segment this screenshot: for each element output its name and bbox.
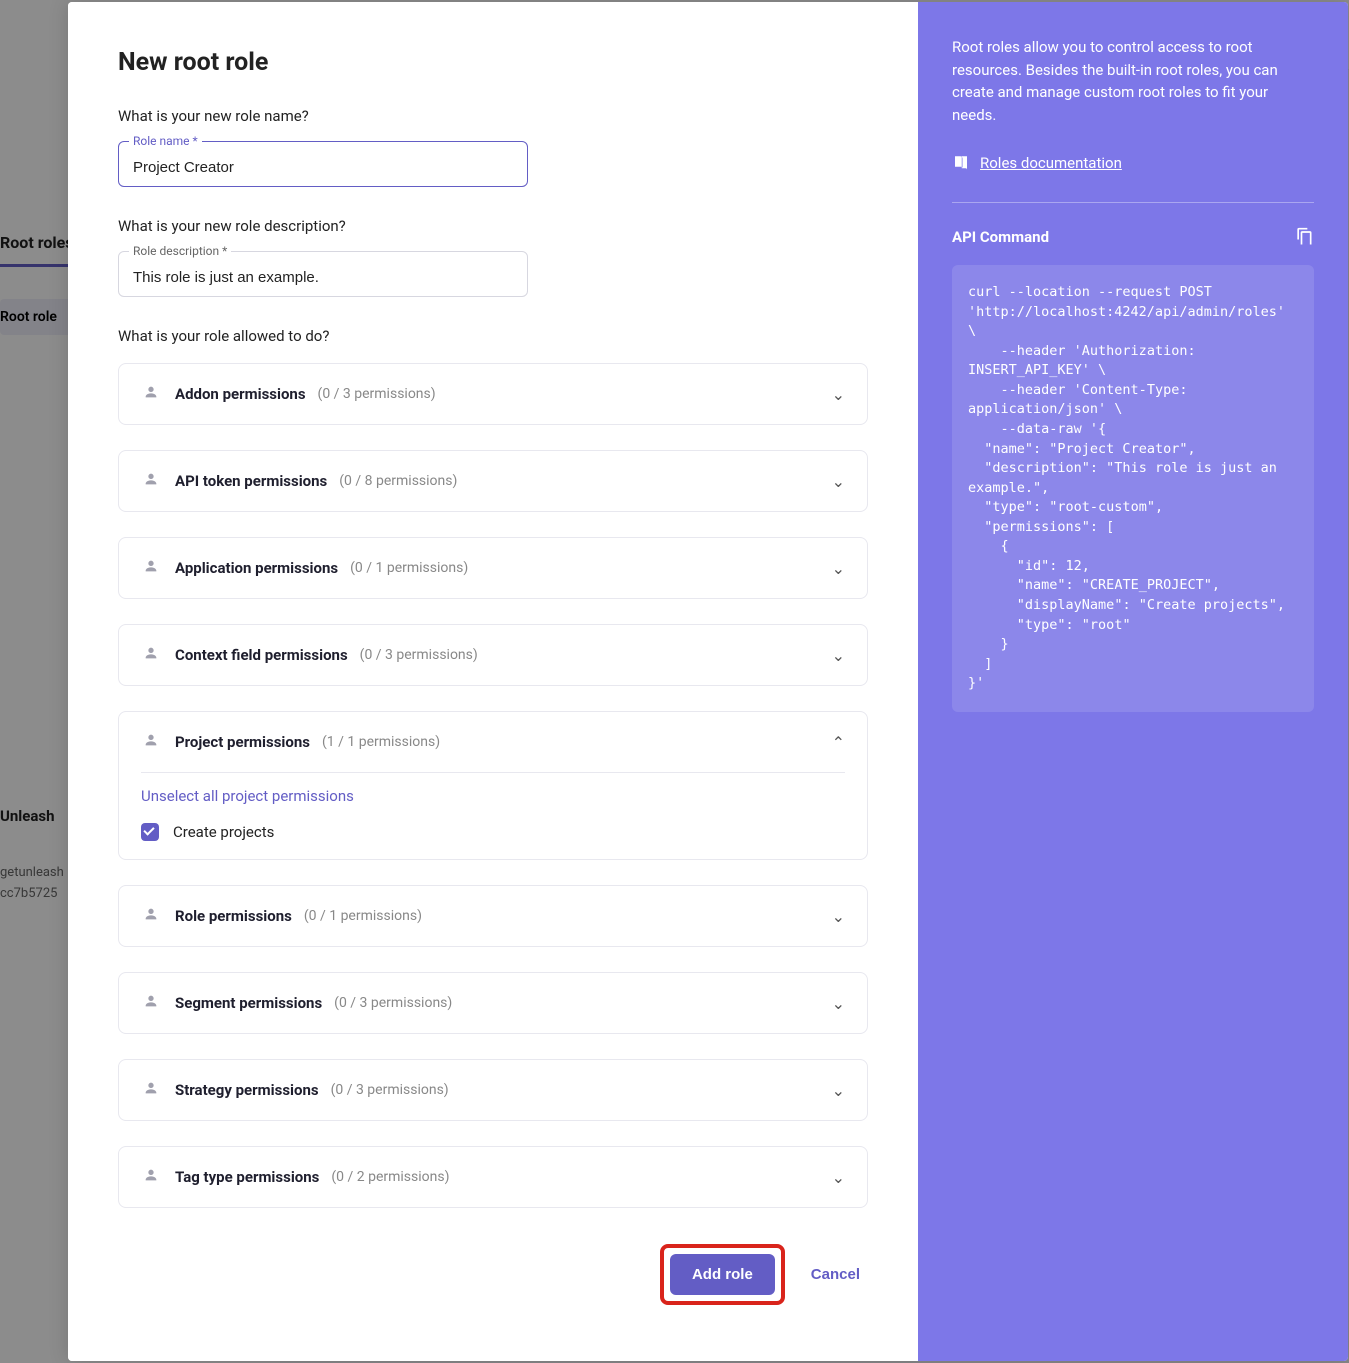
- role-permissions-question: What is your role allowed to do?: [118, 327, 868, 345]
- permission-group: Strategy permissions (0 / 3 permissions) ⌄: [118, 1059, 868, 1121]
- permission-group-count: (0 / 3 permissions): [360, 647, 478, 663]
- chevron-down-icon: ⌄: [832, 907, 845, 926]
- permission-group-count: (0 / 3 permissions): [331, 1082, 449, 1098]
- permission-group: API token permissions (0 / 8 permissions)…: [118, 450, 868, 512]
- unselect-all-link[interactable]: Unselect all project permissions: [141, 787, 845, 805]
- permission-group-count: (0 / 3 permissions): [334, 995, 452, 1011]
- permission-group: Role permissions (0 / 1 permissions) ⌄: [118, 885, 868, 947]
- chevron-down-icon: ⌄: [832, 385, 845, 404]
- cancel-button[interactable]: Cancel: [811, 1266, 860, 1283]
- role-name-question: What is your new role name?: [118, 107, 868, 125]
- person-icon: [141, 645, 161, 665]
- permission-item[interactable]: Create projects: [141, 823, 845, 841]
- permission-group-header[interactable]: Addon permissions (0 / 3 permissions) ⌄: [119, 364, 867, 424]
- permission-group-title: Strategy permissions: [175, 1081, 319, 1099]
- permission-group-body: Unselect all project permissions Create p…: [119, 772, 867, 859]
- permission-item-label: Create projects: [173, 823, 274, 841]
- permission-group-header[interactable]: Segment permissions (0 / 3 permissions) ⌄: [119, 973, 867, 1033]
- api-code-block[interactable]: curl --location --request POST 'http://l…: [952, 265, 1314, 712]
- permission-group-header[interactable]: Role permissions (0 / 1 permissions) ⌄: [119, 886, 867, 946]
- role-name-input-wrap[interactable]: Role name *: [118, 141, 528, 187]
- new-root-role-modal: New root role What is your new role name…: [68, 2, 1348, 1361]
- chevron-down-icon: ⌄: [832, 1081, 845, 1100]
- chevron-down-icon: ⌄: [832, 646, 845, 665]
- permission-group-header[interactable]: Application permissions (0 / 1 permission…: [119, 538, 867, 598]
- permission-group: Context field permissions (0 / 3 permissi…: [118, 624, 868, 686]
- permission-group-title: Addon permissions: [175, 385, 306, 403]
- book-icon: [952, 154, 970, 172]
- person-icon: [141, 906, 161, 926]
- permission-group: Project permissions (1 / 1 permissions) ⌃ U…: [118, 711, 868, 860]
- role-desc-question: What is your new role description?: [118, 217, 868, 235]
- person-icon: [141, 384, 161, 404]
- person-icon: [141, 1167, 161, 1187]
- chevron-down-icon: ⌄: [832, 994, 845, 1013]
- person-icon: [141, 471, 161, 491]
- api-command-label: API Command: [952, 228, 1049, 246]
- checkbox-checked-icon[interactable]: [141, 823, 159, 841]
- permission-group-count: (0 / 2 permissions): [331, 1169, 449, 1185]
- copy-icon[interactable]: [1294, 227, 1314, 247]
- api-command-row: API Command: [952, 227, 1314, 247]
- permission-group-header[interactable]: API token permissions (0 / 8 permissions)…: [119, 451, 867, 511]
- role-desc-input-wrap[interactable]: Role description *: [118, 251, 528, 297]
- person-icon: [141, 993, 161, 1013]
- permission-group: Tag type permissions (0 / 2 permissions) ⌄: [118, 1146, 868, 1208]
- permission-group-count: (0 / 1 permissions): [350, 560, 468, 576]
- add-role-button[interactable]: Add role: [670, 1254, 775, 1295]
- person-icon: [141, 1080, 161, 1100]
- docs-link-row: Roles documentation: [952, 154, 1314, 172]
- permission-group-title: Project permissions: [175, 733, 310, 751]
- role-name-input[interactable]: [133, 159, 513, 176]
- permission-group-title: Tag type permissions: [175, 1168, 319, 1186]
- permission-group-title: Application permissions: [175, 559, 338, 577]
- permission-group: Segment permissions (0 / 3 permissions) ⌄: [118, 972, 868, 1034]
- permission-group-header[interactable]: Context field permissions (0 / 3 permissi…: [119, 625, 867, 685]
- chevron-down-icon: ⌄: [832, 472, 845, 491]
- permission-group-title: Segment permissions: [175, 994, 322, 1012]
- person-icon: [141, 558, 161, 578]
- chevron-down-icon: ⌄: [832, 1168, 845, 1187]
- role-name-float-label: Role name *: [129, 134, 202, 148]
- chevron-up-icon: ⌃: [832, 733, 845, 752]
- permission-group: Application permissions (0 / 1 permission…: [118, 537, 868, 599]
- permission-group-header[interactable]: Project permissions (1 / 1 permissions) ⌃: [119, 712, 867, 772]
- permission-group-header[interactable]: Tag type permissions (0 / 2 permissions) ⌄: [119, 1147, 867, 1207]
- modal-actions: Add role Cancel: [118, 1244, 868, 1305]
- role-desc-float-label: Role description *: [129, 244, 231, 258]
- permission-group-count: (0 / 3 permissions): [318, 386, 436, 402]
- modal-form-panel: New root role What is your new role name…: [68, 2, 918, 1361]
- chevron-down-icon: ⌄: [832, 559, 845, 578]
- permission-group-count: (0 / 1 permissions): [304, 908, 422, 924]
- permission-group: Addon permissions (0 / 3 permissions) ⌄: [118, 363, 868, 425]
- role-desc-input[interactable]: [133, 269, 513, 286]
- roles-documentation-link[interactable]: Roles documentation: [980, 154, 1122, 172]
- permission-group-title: Context field permissions: [175, 646, 348, 664]
- permission-group-header[interactable]: Strategy permissions (0 / 3 permissions) ⌄: [119, 1060, 867, 1120]
- modal-title: New root role: [118, 48, 868, 77]
- add-role-highlight: Add role: [660, 1244, 785, 1305]
- person-icon: [141, 732, 161, 752]
- permission-group-count: (0 / 8 permissions): [339, 473, 457, 489]
- permission-group-count: (1 / 1 permissions): [322, 734, 440, 750]
- info-text: Root roles allow you to control access t…: [952, 36, 1314, 126]
- permission-group-title: API token permissions: [175, 472, 327, 490]
- permission-group-title: Role permissions: [175, 907, 292, 925]
- divider: [952, 202, 1314, 203]
- modal-info-panel: Root roles allow you to control access t…: [918, 2, 1348, 1361]
